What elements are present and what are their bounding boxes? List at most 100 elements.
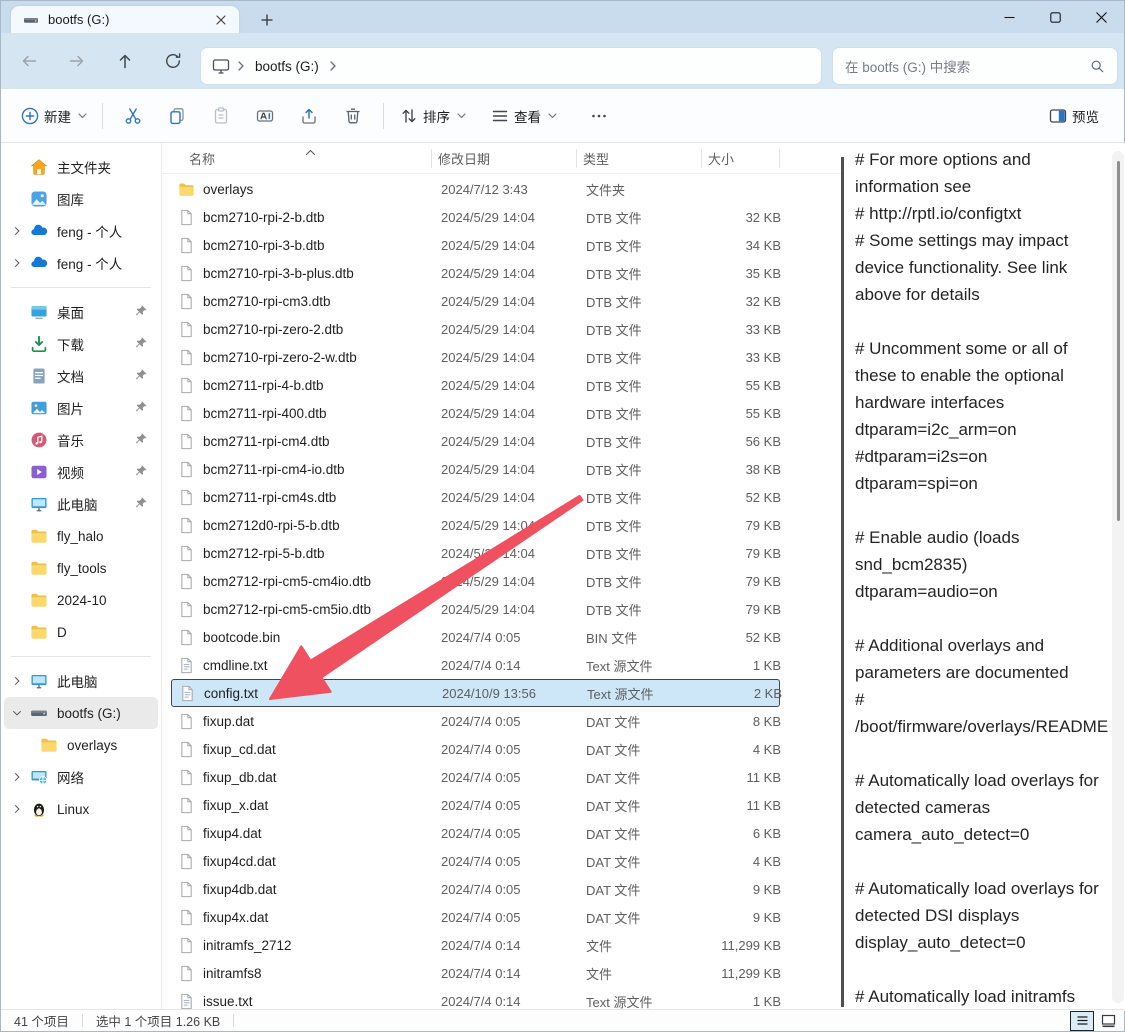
back-button[interactable] [12,44,46,78]
main-content: 主文件夹图库feng - 个人feng - 个人桌面下载文档图片音乐视频此电脑f… [1,143,1124,1011]
sort-button[interactable]: 排序 [392,98,473,134]
file-row-bcm2710-rpi-cm3.dtb[interactable]: bcm2710-rpi-cm3.dtb2024/5/29 14:04DTB 文件… [171,287,780,315]
paste-button[interactable] [204,98,238,134]
more-options-button[interactable] [582,98,616,134]
cut-button[interactable] [116,98,150,134]
file-row-overlays[interactable]: overlays2024/7/12 3:43文件夹 [171,175,780,203]
sidebar-item--[interactable]: 图库 [4,183,158,215]
tab-bootfs[interactable]: bootfs (G:) [11,6,239,33]
file-row-bcm2711-rpi-cm4s.dtb[interactable]: bcm2711-rpi-cm4s.dtb2024/5/29 14:04DTB 文… [171,483,780,511]
file-row-bcm2711-rpi-cm4.dtb[interactable]: bcm2711-rpi-cm4.dtb2024/5/29 14:04DTB 文件… [171,427,780,455]
file-row-fixup4db.dat[interactable]: fixup4db.dat2024/7/4 0:05DAT 文件9 KB [171,875,780,903]
maximize-button[interactable] [1032,1,1078,33]
preview-line: camera_auto_detect=0 [855,821,1111,848]
file-row-bcm2710-rpi-2-b.dtb[interactable]: bcm2710-rpi-2-b.dtb2024/5/29 14:04DTB 文件… [171,203,780,231]
preview-pane-splitter[interactable] [841,157,844,1007]
chevron-right-icon[interactable] [4,225,30,237]
view-button[interactable]: 查看 [483,98,564,134]
sidebar-item--[interactable]: 此电脑 [4,665,158,697]
file-row-bcm2711-rpi-cm4-io.dtb[interactable]: bcm2711-rpi-cm4-io.dtb2024/5/29 14:04DTB… [171,455,780,483]
chevron-right-icon[interactable] [4,771,30,783]
sidebar-item--[interactable]: 此电脑 [4,488,158,520]
column-header-size[interactable]: 大小 [702,149,779,168]
sidebar-item--[interactable]: 音乐 [4,424,158,456]
breadcrumb-drive[interactable]: bootfs (G:) [255,59,319,74]
up-button[interactable] [108,44,142,78]
file-row-initramfs8[interactable]: initramfs82024/7/4 0:14文件11,299 KB [171,959,780,987]
forward-button[interactable] [60,44,94,78]
download-icon [30,335,48,353]
sidebar-item-linux[interactable]: Linux [4,793,158,825]
search-input[interactable]: 在 bootfs (G:) 中搜索 [833,48,1117,84]
file-row-bcm2710-rpi-zero-2-w.dtb[interactable]: bcm2710-rpi-zero-2-w.dtb2024/5/29 14:04D… [171,343,780,371]
sidebar-item--[interactable]: 网络 [4,761,158,793]
details-view-toggle[interactable] [1070,1011,1094,1031]
column-header-type[interactable]: 类型 [577,149,702,168]
file-row-fixup4x.dat[interactable]: fixup4x.dat2024/7/4 0:05DAT 文件9 KB [171,903,780,931]
file-row-fixup_db.dat[interactable]: fixup_db.dat2024/7/4 0:05DAT 文件11 KB [171,763,780,791]
sidebar-item-overlays[interactable]: overlays [4,729,158,761]
file-type: DTB 文件 [586,488,711,507]
sidebar-item-label: 图库 [57,189,158,209]
tab-close-icon[interactable] [211,10,231,30]
file-row-initramfs_2712[interactable]: initramfs_27122024/7/4 0:14文件11,299 KB [171,931,780,959]
preview-scrollbar[interactable] [1112,151,1124,1003]
sidebar-item-fly_tools[interactable]: fly_tools [4,552,158,584]
file-row-bcm2711-rpi-4-b.dtb[interactable]: bcm2711-rpi-4-b.dtb2024/5/29 14:04DTB 文件… [171,371,780,399]
file-row-fixup_cd.dat[interactable]: fixup_cd.dat2024/7/4 0:05DAT 文件4 KB [171,735,780,763]
sidebar-item--[interactable]: 桌面 [4,296,158,328]
share-button[interactable] [292,98,326,134]
file-row-bcm2711-rpi-400.dtb[interactable]: bcm2711-rpi-400.dtb2024/5/29 14:04DTB 文件… [171,399,780,427]
preview-toggle-button[interactable]: 预览 [1041,98,1110,134]
sidebar-item--[interactable]: 视频 [4,456,158,488]
rename-button[interactable] [248,98,282,134]
sidebar-item-fly_halo[interactable]: fly_halo [4,520,158,552]
file-row-bootcode.bin[interactable]: bootcode.bin2024/7/4 0:05BIN 文件52 KB [171,623,780,651]
file-row-bcm2710-rpi-3-b.dtb[interactable]: bcm2710-rpi-3-b.dtb2024/5/29 14:04DTB 文件… [171,231,780,259]
sidebar-item--[interactable]: 下载 [4,328,158,360]
file-row-fixup.dat[interactable]: fixup.dat2024/7/4 0:05DAT 文件8 KB [171,707,780,735]
minimize-button[interactable] [986,1,1032,33]
file-row-fixup_x.dat[interactable]: fixup_x.dat2024/7/4 0:05DAT 文件11 KB [171,791,780,819]
status-bar: 41 个项目 选中 1 个项目 1.26 KB [1,1009,1124,1031]
new-button[interactable]: 新建 [13,98,94,134]
file-row-config.txt[interactable]: config.txt2024/10/9 13:56Text 源文件2 KB [171,679,780,707]
column-header-date[interactable]: 修改日期 [432,149,577,168]
sidebar-item-feng---[interactable]: feng - 个人 [4,215,158,247]
file-row-fixup4.dat[interactable]: fixup4.dat2024/7/4 0:05DAT 文件6 KB [171,819,780,847]
breadcrumb-chevron-icon[interactable] [329,61,337,71]
file-icon [178,237,195,254]
file-row-bcm2710-rpi-3-b-plus.dtb[interactable]: bcm2710-rpi-3-b-plus.dtb2024/5/29 14:04D… [171,259,780,287]
file-row-bcm2710-rpi-zero-2.dtb[interactable]: bcm2710-rpi-zero-2.dtb2024/5/29 14:04DTB… [171,315,780,343]
column-separator[interactable] [779,149,780,168]
sidebar-item-bootfs-g-[interactable]: bootfs (G:) [4,697,158,729]
sidebar-item--[interactable]: 主文件夹 [4,151,158,183]
file-row-fixup4cd.dat[interactable]: fixup4cd.dat2024/7/4 0:05DAT 文件4 KB [171,847,780,875]
close-button[interactable] [1078,1,1124,33]
refresh-button[interactable] [156,44,190,78]
file-row-bcm2712-rpi-cm5-cm5io.dtb[interactable]: bcm2712-rpi-cm5-cm5io.dtb2024/5/29 14:04… [171,595,780,623]
new-tab-button[interactable] [255,9,279,31]
preview-scrollbar-thumb[interactable] [1117,161,1120,521]
chevron-right-icon[interactable] [4,675,30,687]
address-bar[interactable]: bootfs (G:) [201,48,821,84]
sidebar-item--[interactable]: 文档 [4,360,158,392]
copy-button[interactable] [160,98,194,134]
chevron-right-icon[interactable] [4,257,30,269]
file-row-bcm2712d0-rpi-5-b.dtb[interactable]: bcm2712d0-rpi-5-b.dtb2024/5/29 14:04DTB … [171,511,780,539]
file-row-bcm2712-rpi-5-b.dtb[interactable]: bcm2712-rpi-5-b.dtb2024/5/29 14:04DTB 文件… [171,539,780,567]
sidebar-item-feng---[interactable]: feng - 个人 [4,247,158,279]
delete-button[interactable] [336,98,370,134]
sidebar-item-d[interactable]: D [4,616,158,648]
chevron-down-icon[interactable] [4,707,30,719]
file-name: bcm2710-rpi-3-b-plus.dtb [203,266,441,281]
chevron-right-icon[interactable] [4,803,30,815]
sidebar-item--[interactable]: 图片 [4,392,158,424]
sidebar-item-2024-10[interactable]: 2024-10 [4,584,158,616]
thumbnails-view-toggle[interactable] [1096,1011,1120,1031]
file-row-cmdline.txt[interactable]: cmdline.txt2024/7/4 0:14Text 源文件1 KB [171,651,780,679]
file-row-bcm2712-rpi-cm5-cm4io.dtb[interactable]: bcm2712-rpi-cm5-cm4io.dtb2024/5/29 14:04… [171,567,780,595]
file-row-issue.txt[interactable]: issue.txt2024/7/4 0:14Text 源文件1 KB [171,987,780,1011]
column-header-name[interactable]: 名称 [162,149,432,168]
sidebar-item-label: 音乐 [57,430,134,450]
